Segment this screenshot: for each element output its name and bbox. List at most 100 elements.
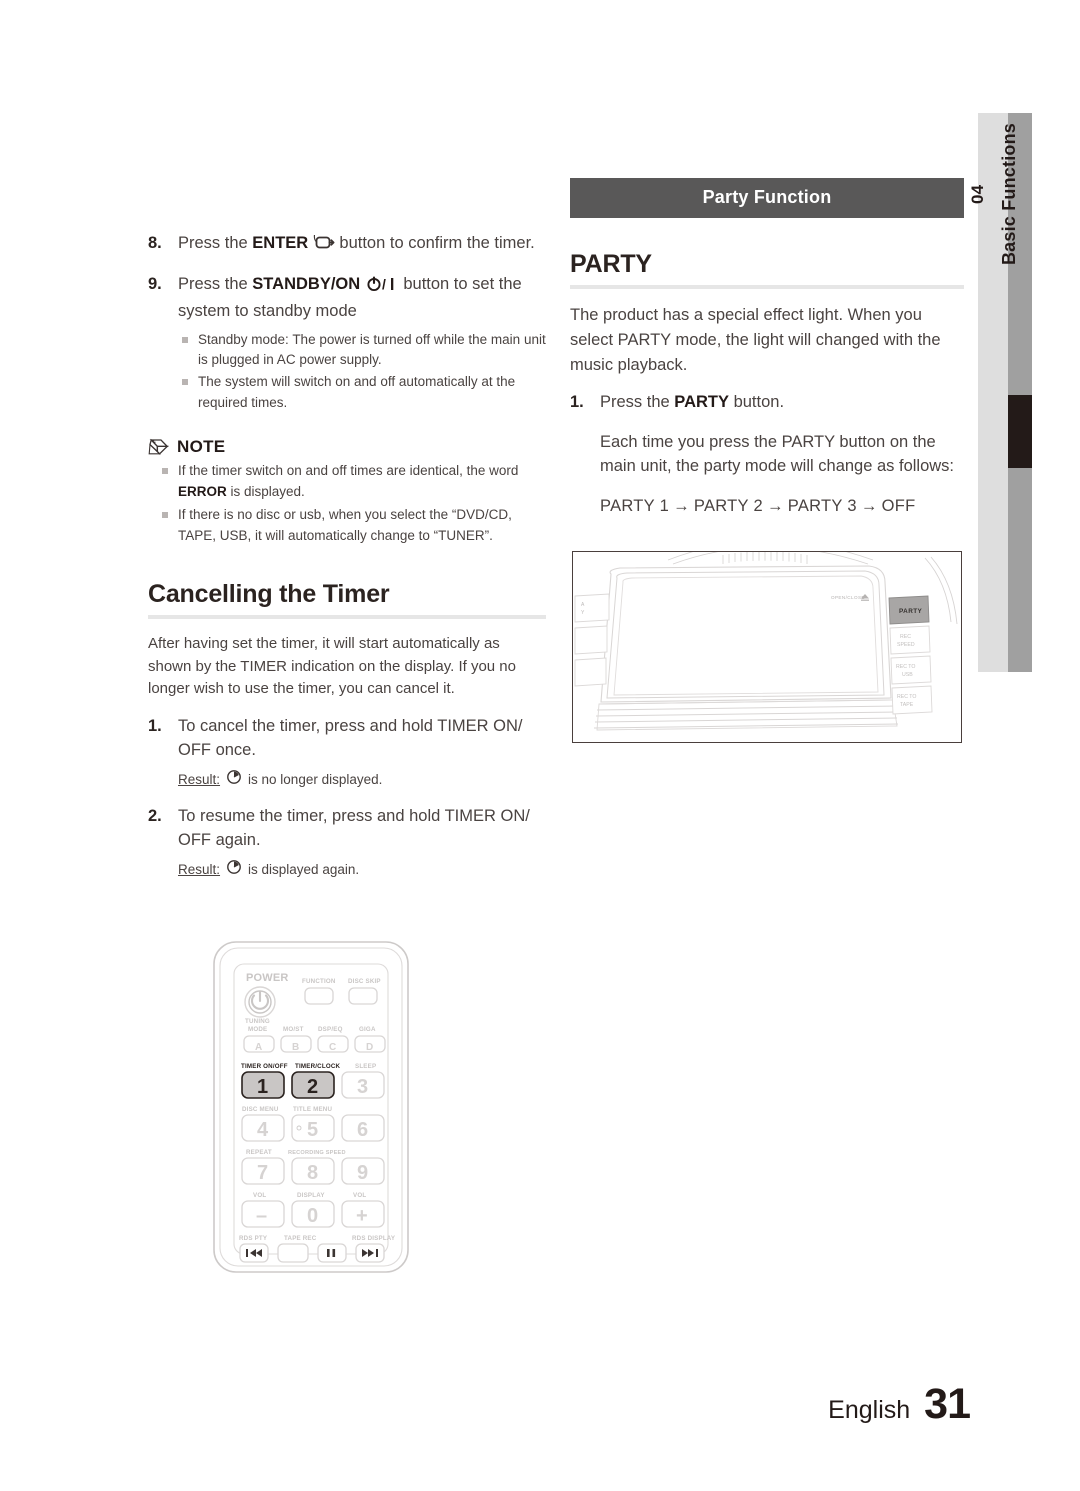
step-text-before: Press the xyxy=(178,234,253,252)
note-text-prefix: If the timer switch on and off times are… xyxy=(178,462,519,478)
step-bold-term: STANDBY/ON xyxy=(252,274,361,293)
chapter-tab-text: Basic Functions 04 xyxy=(968,113,1019,672)
timer-clock-icon xyxy=(226,859,242,881)
flow-item: PARTY 3 xyxy=(787,497,857,516)
flow-arrow: → xyxy=(673,497,690,516)
svg-text:TITLE MENU: TITLE MENU xyxy=(293,1106,332,1113)
list-item: The system will switch on and off automa… xyxy=(178,372,546,413)
svg-text:6: 6 xyxy=(357,1119,368,1141)
svg-text:1: 1 xyxy=(257,1076,268,1098)
list-item: 9. Press the STANDBY/ON / button to set … xyxy=(148,273,546,415)
svg-text:+: + xyxy=(356,1205,368,1227)
svg-text:A: A xyxy=(255,1042,262,1053)
svg-text:RDS DISPLAY: RDS DISPLAY xyxy=(352,1235,396,1242)
step-text: To resume the timer, press and hold TIME… xyxy=(178,807,530,849)
footer-language: English xyxy=(828,1396,911,1424)
right-column: Party Function PARTY The product has a s… xyxy=(570,178,964,519)
cancel-steps-list: 1. To cancel the timer, press and hold T… xyxy=(148,715,546,881)
party-steps-list: 1. Press the PARTY button. xyxy=(570,391,964,415)
party-intro: The product has a special effect light. … xyxy=(570,306,941,374)
note-bold-term: ERROR xyxy=(178,483,227,499)
flow-item: PARTY 2 xyxy=(693,497,763,516)
list-item: Standby mode: The power is turned off wh… xyxy=(178,330,546,371)
svg-text:REC: REC xyxy=(900,634,911,640)
svg-text:USB: USB xyxy=(902,672,913,678)
svg-text:SPEED: SPEED xyxy=(897,642,915,648)
svg-text:MODE: MODE xyxy=(248,1026,267,1033)
svg-text:8: 8 xyxy=(307,1162,318,1184)
svg-text:DISC SKIP: DISC SKIP xyxy=(348,978,381,985)
step-text-before: Press the xyxy=(600,393,675,412)
svg-text:–: – xyxy=(256,1205,267,1227)
step-text: To cancel the timer, press and hold TIME… xyxy=(178,716,523,759)
svg-text:TAPE REC: TAPE REC xyxy=(284,1235,317,1242)
svg-text:7: 7 xyxy=(257,1162,268,1184)
svg-text:4: 4 xyxy=(257,1119,269,1141)
flow-item: PARTY 1 xyxy=(600,497,670,516)
chapter-tab-name: Basic Functions xyxy=(998,123,1019,266)
pencil-note-icon xyxy=(148,438,170,456)
page-footer: English 31 xyxy=(828,1380,971,1429)
svg-text:TUNING: TUNING xyxy=(245,1018,270,1025)
svg-text:REC TO: REC TO xyxy=(897,694,916,700)
flow-arrow: → xyxy=(860,497,878,516)
list-item: 1. Press the PARTY button. xyxy=(570,391,964,415)
remote-control-figure: .rlbl { font-family: "Liberation Sans", … xyxy=(204,938,418,1288)
party-mode-flow: PARTY 1 → PARTY 2 → PARTY 3 → OFF xyxy=(600,495,964,519)
svg-text:RDS PTY: RDS PTY xyxy=(239,1235,268,1242)
list-item: If the timer switch on and off times are… xyxy=(148,461,546,503)
step-text: Press the ENTER ( button to confirm the … xyxy=(178,228,546,259)
svg-text:MO/ST: MO/ST xyxy=(283,1026,304,1033)
step-number: 2. xyxy=(148,807,162,826)
list-item: If there is no disc or usb, when you sel… xyxy=(148,505,546,547)
svg-text:SLEEP: SLEEP xyxy=(355,1063,376,1070)
result-line: Result: is no longer displayed. xyxy=(178,769,546,791)
timer-clock-icon xyxy=(226,769,242,791)
note-text-prefix: If there is no disc or usb, when you sel… xyxy=(178,506,512,543)
svg-text:DISC MENU: DISC MENU xyxy=(242,1106,279,1113)
chapter-tab: Basic Functions 04 xyxy=(968,113,1032,672)
result-text: is no longer displayed. xyxy=(248,771,383,787)
svg-text:OPEN/CLOSE: OPEN/CLOSE xyxy=(831,595,865,600)
note-block: NOTE If the timer switch on and off time… xyxy=(148,437,546,547)
power-standby-icon: / xyxy=(365,275,399,300)
svg-text:9: 9 xyxy=(357,1162,368,1184)
section-heading: Cancelling the Timer xyxy=(148,580,390,609)
svg-text:VOL: VOL xyxy=(353,1192,366,1199)
svg-text:TAPE: TAPE xyxy=(900,702,914,708)
list-item: 2. To resume the timer, press and hold T… xyxy=(148,805,546,881)
svg-text:GIGA: GIGA xyxy=(359,1026,376,1033)
flow-arrow: → xyxy=(766,497,784,516)
main-unit-figure: A Y OPEN/CLOSE PARTY REC SPEED REC TO US… xyxy=(572,551,962,743)
svg-text:0: 0 xyxy=(307,1205,318,1227)
manual-page: Basic Functions 04 8. Press the ENTER ( … xyxy=(0,0,1080,1491)
svg-text:B: B xyxy=(292,1042,299,1053)
step-number: 9. xyxy=(148,274,162,293)
timer-steps-list: 8. Press the ENTER ( button to confirm t… xyxy=(148,228,546,415)
step-text-after: button to confirm the timer. xyxy=(334,234,535,252)
flow-item: OFF xyxy=(881,497,916,516)
svg-text:C: C xyxy=(329,1042,336,1053)
svg-text:POWER: POWER xyxy=(246,972,289,984)
left-column: 8. Press the ENTER ( button to confirm t… xyxy=(148,228,546,895)
party-heading: PARTY xyxy=(570,250,652,278)
svg-text:FUNCTION: FUNCTION xyxy=(302,978,336,985)
enter-key-icon: ( xyxy=(313,228,335,259)
party-function-band: Party Function xyxy=(570,178,964,218)
step-bold-term: PARTY xyxy=(674,393,729,412)
note-items: If the timer switch on and off times are… xyxy=(148,461,546,547)
chapter-tab-number: 04 xyxy=(967,184,987,204)
note-text-suffix: is displayed. xyxy=(226,483,305,499)
party-explanation: Each time you press the PARTY button on … xyxy=(600,433,955,476)
svg-text:TIMER ON/OFF: TIMER ON/OFF xyxy=(241,1063,288,1070)
section-intro: After having set the timer, it will star… xyxy=(148,635,516,698)
party-rule xyxy=(570,285,964,289)
result-text: is displayed again. xyxy=(248,861,360,877)
step-bold-term: ENTER xyxy=(252,234,309,252)
svg-text:3: 3 xyxy=(357,1076,368,1098)
svg-text:TIMER/CLOCK: TIMER/CLOCK xyxy=(295,1063,340,1070)
svg-text:PARTY: PARTY xyxy=(899,608,923,615)
step-number: 1. xyxy=(570,393,584,412)
list-item: 1. To cancel the timer, press and hold T… xyxy=(148,715,546,791)
svg-text:DISPLAY: DISPLAY xyxy=(297,1192,325,1199)
